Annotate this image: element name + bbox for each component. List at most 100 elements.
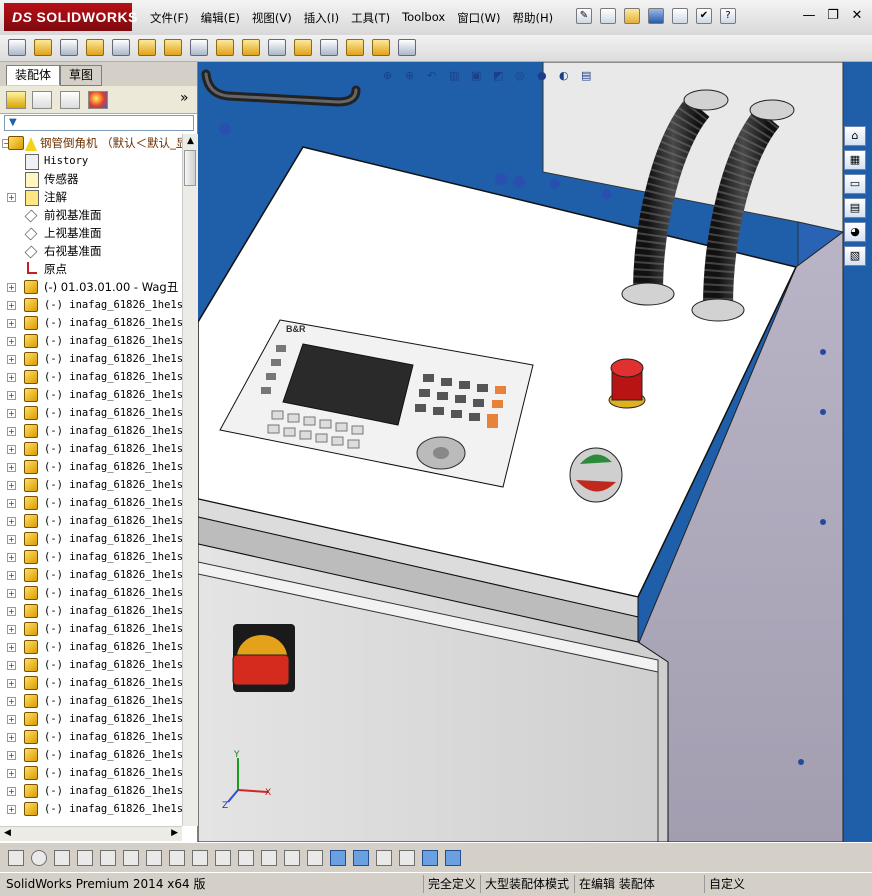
instant3d-icon[interactable] xyxy=(398,39,416,56)
bill-of-materials-icon[interactable] xyxy=(268,39,286,56)
new-part-icon[interactable] xyxy=(34,39,52,56)
view-settings-icon[interactable]: ▤ xyxy=(581,69,597,83)
expand-toggle[interactable]: + xyxy=(7,283,16,292)
chamfer-icon[interactable] xyxy=(169,850,185,866)
apply-scene-icon[interactable]: ◐ xyxy=(559,69,575,83)
expand-toggle[interactable]: + xyxy=(7,517,16,526)
component-node[interactable]: + (-) inafag_61826_1he1sx xyxy=(0,332,182,350)
show-hidden-icon[interactable] xyxy=(164,39,182,56)
component-node[interactable]: + (-) inafag_61826_1he1sx xyxy=(0,494,182,512)
expand-toggle[interactable]: + xyxy=(7,553,16,562)
component-node[interactable]: + (-) inafag_61826_1he1sx xyxy=(0,584,182,602)
pattern-icon[interactable] xyxy=(86,39,104,56)
expand-toggle[interactable]: + xyxy=(7,607,16,616)
expand-toggle[interactable]: + xyxy=(7,715,16,724)
point-icon[interactable] xyxy=(8,850,24,866)
expand-toggle[interactable]: + xyxy=(7,733,16,742)
expand-toggle[interactable]: + xyxy=(7,337,16,346)
ruler-icon[interactable] xyxy=(399,850,415,866)
shaded-view-icon[interactable] xyxy=(330,850,346,866)
view-orientation-icon[interactable]: ▣ xyxy=(471,69,487,83)
solidworks-logo[interactable]: DS SOLIDWORKS xyxy=(4,3,137,31)
expand-toggle[interactable]: + xyxy=(7,445,16,454)
component-node[interactable]: + (-) inafag_61826_1he1sx xyxy=(0,656,182,674)
expand-toggle[interactable]: + xyxy=(7,481,16,490)
expand-toggle[interactable]: + xyxy=(7,391,16,400)
new-document-icon[interactable] xyxy=(600,8,616,24)
expand-toggle[interactable]: + xyxy=(7,319,16,328)
menu-file[interactable]: 文件(F) xyxy=(150,10,189,26)
custom-units[interactable]: 自定义 xyxy=(704,875,749,893)
feature-tree-icon[interactable] xyxy=(6,91,26,109)
view-palette-icon[interactable]: ▤ xyxy=(844,198,866,218)
display-manager-icon[interactable] xyxy=(88,91,108,109)
expand-toggle[interactable]: + xyxy=(7,355,16,364)
single-view-icon[interactable] xyxy=(422,850,438,866)
component-node[interactable]: + (-) inafag_61826_1he1sx xyxy=(0,548,182,566)
tree-node[interactable]: 上视基准面 xyxy=(0,224,182,242)
clearance-verification-icon[interactable] xyxy=(372,39,390,56)
expand-toggle[interactable]: + xyxy=(7,679,16,688)
file-explorer-icon[interactable]: ▭ xyxy=(844,174,866,194)
restore-button[interactable]: ❐ xyxy=(824,8,842,24)
design-library-icon[interactable]: ▦ xyxy=(844,150,866,170)
previous-view-icon[interactable]: ↶ xyxy=(427,69,443,83)
component-node[interactable]: + (-) inafag_61826_1he1sx xyxy=(0,404,182,422)
menu-insert[interactable]: 插入(I) xyxy=(304,10,339,26)
circle-icon[interactable] xyxy=(31,850,47,866)
menu-tools[interactable]: 工具(T) xyxy=(351,10,390,26)
component-node[interactable]: + (-) inafag_61826_1he1sx xyxy=(0,728,182,746)
tab-assembly[interactable]: 装配体 xyxy=(6,65,61,85)
help-icon[interactable]: ? xyxy=(720,8,736,24)
move-component-icon[interactable] xyxy=(138,39,156,56)
configuration-manager-icon[interactable] xyxy=(60,91,80,109)
tree-node[interactable]: + 注解 xyxy=(0,188,182,206)
expand-toggle[interactable]: + xyxy=(7,661,16,670)
component-node[interactable]: + (-) inafag_61826_1he1sx xyxy=(0,476,182,494)
expand-toggle[interactable]: + xyxy=(7,535,16,544)
reference-geometry-icon[interactable] xyxy=(216,39,234,56)
component-node[interactable]: + (-) inafag_61826_1he1sx xyxy=(0,800,182,818)
component-node[interactable]: + (-) inafag_61826_1he1sx xyxy=(0,638,182,656)
minimize-button[interactable]: — xyxy=(800,8,818,24)
graphics-area[interactable]: B&R Y X Z xyxy=(198,62,872,842)
component-node[interactable]: + (-) inafag_61826_1he1sx xyxy=(0,314,182,332)
property-manager-icon[interactable] xyxy=(32,91,52,109)
component-node[interactable]: + (-) 01.03.01.00 - Wag丑 xyxy=(0,278,182,296)
grid-icon[interactable] xyxy=(261,850,277,866)
pin-icon[interactable]: ✎ xyxy=(576,8,592,24)
component-node[interactable]: + (-) inafag_61826_1he1sx xyxy=(0,386,182,404)
exploded-view-icon[interactable] xyxy=(294,39,312,56)
component-node[interactable]: + (-) inafag_61826_1he1sx xyxy=(0,440,182,458)
box-icon[interactable] xyxy=(307,850,323,866)
component-node[interactable]: + (-) inafag_61826_1he1sx xyxy=(0,620,182,638)
menu-help[interactable]: 帮助(H) xyxy=(513,10,554,26)
explode-line-sketch-icon[interactable] xyxy=(320,39,338,56)
zoom-to-fit-icon[interactable]: ⊕ xyxy=(383,69,399,83)
extend-icon[interactable] xyxy=(123,850,139,866)
tree-node[interactable]: 传感器 xyxy=(0,170,182,188)
tree-filter-input[interactable]: ▼ xyxy=(4,115,194,131)
appearances-icon[interactable]: ◕ xyxy=(844,222,866,242)
expand-toggle[interactable]: + xyxy=(7,409,16,418)
insert-component-icon[interactable] xyxy=(8,39,26,56)
mate-icon[interactable] xyxy=(60,39,78,56)
print-icon[interactable] xyxy=(672,8,688,24)
dimension-icon[interactable] xyxy=(238,850,254,866)
section-icon[interactable] xyxy=(376,850,392,866)
assembly-features-icon[interactable] xyxy=(190,39,208,56)
display-mode-icon[interactable] xyxy=(353,850,369,866)
component-node[interactable]: + (-) inafag_61826_1he1sx xyxy=(0,602,182,620)
expand-toggle[interactable]: + xyxy=(7,571,16,580)
smart-fasteners-icon[interactable] xyxy=(112,39,130,56)
menu-window[interactable]: 窗口(W) xyxy=(457,10,500,26)
expand-toggle[interactable]: + xyxy=(7,751,16,760)
component-node[interactable]: + (-) inafag_61826_1he1sx xyxy=(0,368,182,386)
component-node[interactable]: + (-) inafag_61826_1he1sx xyxy=(0,350,182,368)
line-icon[interactable] xyxy=(54,850,70,866)
expand-toggle[interactable]: + xyxy=(7,769,16,778)
edit-appearance-icon[interactable]: ● xyxy=(537,69,553,83)
expand-toggle[interactable]: + xyxy=(7,643,16,652)
menu-edit[interactable]: 编辑(E) xyxy=(201,10,240,26)
expand-toggle[interactable]: + xyxy=(7,697,16,706)
